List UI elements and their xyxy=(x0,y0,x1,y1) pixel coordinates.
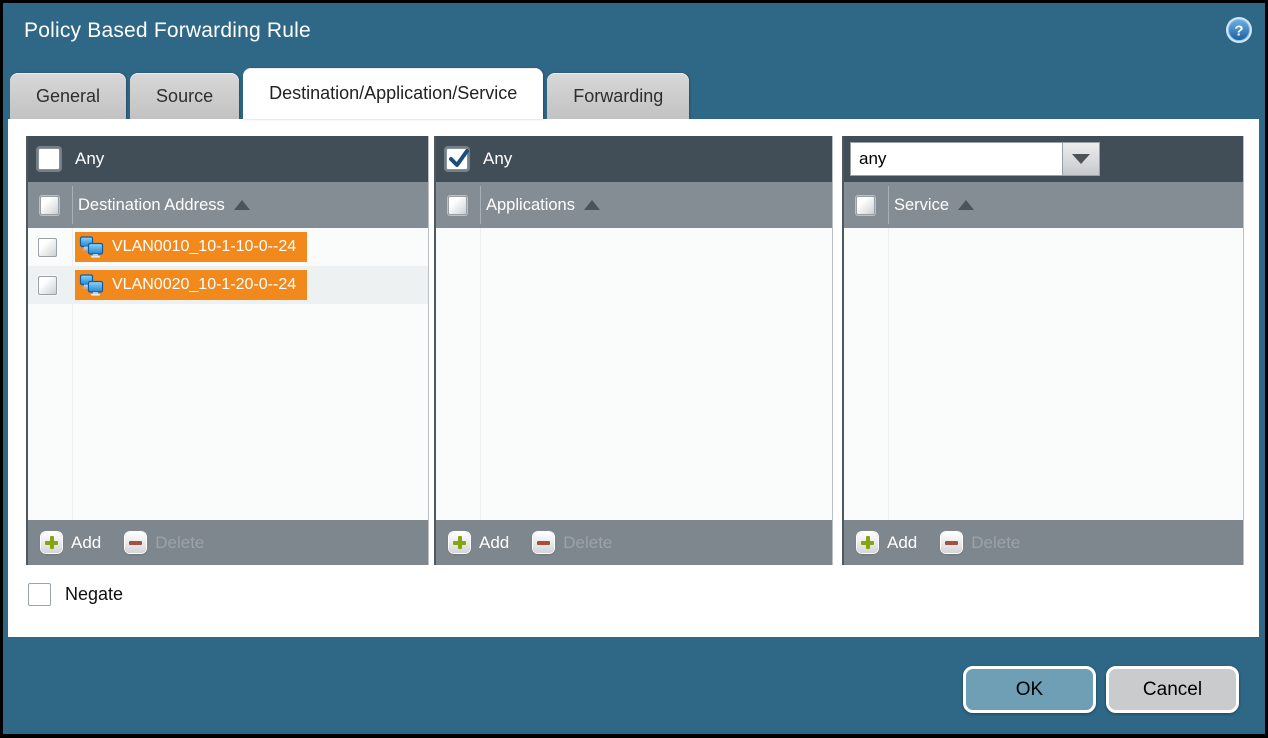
service-column-header[interactable]: Service xyxy=(844,182,1243,228)
question-mark-glyph: ? xyxy=(1234,23,1243,40)
applications-any-bar: Any xyxy=(436,136,832,182)
checkbox-column-divider xyxy=(480,228,481,520)
minus-icon xyxy=(125,532,146,553)
delete-label: Delete xyxy=(563,533,612,553)
plus-icon xyxy=(41,532,62,553)
sort-ascending-icon[interactable] xyxy=(958,200,974,210)
header-divider xyxy=(480,186,481,224)
ok-button[interactable]: OK xyxy=(963,666,1096,713)
applications-select-all-checkbox[interactable] xyxy=(448,196,467,215)
header-divider xyxy=(888,186,889,224)
tab-bar: General Source Destination/Application/S… xyxy=(10,68,689,119)
destination-select-all-checkbox[interactable] xyxy=(40,196,59,215)
negate-label: Negate xyxy=(65,584,123,605)
applications-panel: Any Applications Add Delete xyxy=(434,136,833,565)
checkmark-icon xyxy=(446,146,472,172)
tab-general[interactable]: General xyxy=(10,73,126,119)
chevron-down-icon xyxy=(1072,154,1090,164)
service-dropdown[interactable]: any xyxy=(850,142,1100,176)
destination-any-label: Any xyxy=(75,149,104,169)
delete-button[interactable]: Delete xyxy=(533,532,612,553)
dropdown-arrow-button[interactable] xyxy=(1063,142,1100,176)
destination-any-checkbox[interactable] xyxy=(38,148,60,170)
destination-any-bar: Any xyxy=(28,136,428,182)
service-dropdown-bar: any xyxy=(844,136,1243,182)
destination-header-label: Destination Address xyxy=(78,196,225,215)
tab-destination-application-service[interactable]: Destination/Application/Service xyxy=(243,68,543,119)
add-button[interactable]: Add xyxy=(41,532,101,553)
service-select-all-checkbox[interactable] xyxy=(856,196,875,215)
network-address-icon xyxy=(79,236,105,258)
row-checkbox[interactable] xyxy=(38,238,57,257)
address-object-chip[interactable]: VLAN0020_10-1-20-0--24 xyxy=(75,270,307,300)
service-header-label: Service xyxy=(894,196,949,215)
service-toolbar: Add Delete xyxy=(844,520,1243,565)
tab-forwarding[interactable]: Forwarding xyxy=(547,73,689,119)
sort-ascending-icon[interactable] xyxy=(234,200,250,210)
destination-list: VLAN0010_10-1-10-0--24 xyxy=(28,228,428,520)
destination-toolbar: Add Delete xyxy=(28,520,428,565)
dialog-title: Policy Based Forwarding Rule xyxy=(24,19,311,43)
destination-row[interactable]: VLAN0010_10-1-10-0--24 xyxy=(28,228,428,266)
applications-toolbar: Add Delete xyxy=(436,520,832,565)
minus-icon xyxy=(533,532,554,553)
address-object-name: VLAN0020_10-1-20-0--24 xyxy=(112,276,296,294)
applications-header-label: Applications xyxy=(486,196,575,215)
applications-any-checkbox[interactable] xyxy=(446,148,468,170)
add-label: Add xyxy=(71,533,101,553)
negate-row: Negate xyxy=(28,583,123,606)
checkbox-column-divider xyxy=(888,228,889,520)
row-checkbox[interactable] xyxy=(38,276,57,295)
delete-label: Delete xyxy=(971,533,1020,553)
service-list xyxy=(844,228,1243,520)
plus-icon xyxy=(449,532,470,553)
add-label: Add xyxy=(887,533,917,553)
service-panel: any Service Add xyxy=(842,136,1244,565)
delete-label: Delete xyxy=(155,533,204,553)
policy-based-forwarding-dialog: Policy Based Forwarding Rule ? General S… xyxy=(3,3,1265,734)
delete-button[interactable]: Delete xyxy=(941,532,1020,553)
applications-any-label: Any xyxy=(483,149,512,169)
address-object-chip[interactable]: VLAN0010_10-1-10-0--24 xyxy=(75,232,307,262)
destination-row[interactable]: VLAN0020_10-1-20-0--24 xyxy=(28,266,428,304)
minus-icon xyxy=(941,532,962,553)
plus-icon xyxy=(857,532,878,553)
network-address-icon xyxy=(79,274,105,296)
service-dropdown-value[interactable]: any xyxy=(850,142,1063,176)
add-button[interactable]: Add xyxy=(449,532,509,553)
applications-column-header[interactable]: Applications xyxy=(436,182,832,228)
add-label: Add xyxy=(479,533,509,553)
delete-button[interactable]: Delete xyxy=(125,532,204,553)
destination-address-panel: Any Destination Address xyxy=(26,136,429,565)
negate-checkbox[interactable] xyxy=(28,583,51,606)
help-icon[interactable]: ? xyxy=(1225,16,1253,44)
header-divider xyxy=(72,186,73,224)
destination-column-header[interactable]: Destination Address xyxy=(28,182,428,228)
address-object-name: VLAN0010_10-1-10-0--24 xyxy=(112,238,296,256)
add-button[interactable]: Add xyxy=(857,532,917,553)
sort-ascending-icon[interactable] xyxy=(584,200,600,210)
tab-source[interactable]: Source xyxy=(130,73,239,119)
tab-content-panel: Any Destination Address xyxy=(8,119,1259,637)
cancel-button[interactable]: Cancel xyxy=(1106,666,1239,713)
applications-list xyxy=(436,228,832,520)
